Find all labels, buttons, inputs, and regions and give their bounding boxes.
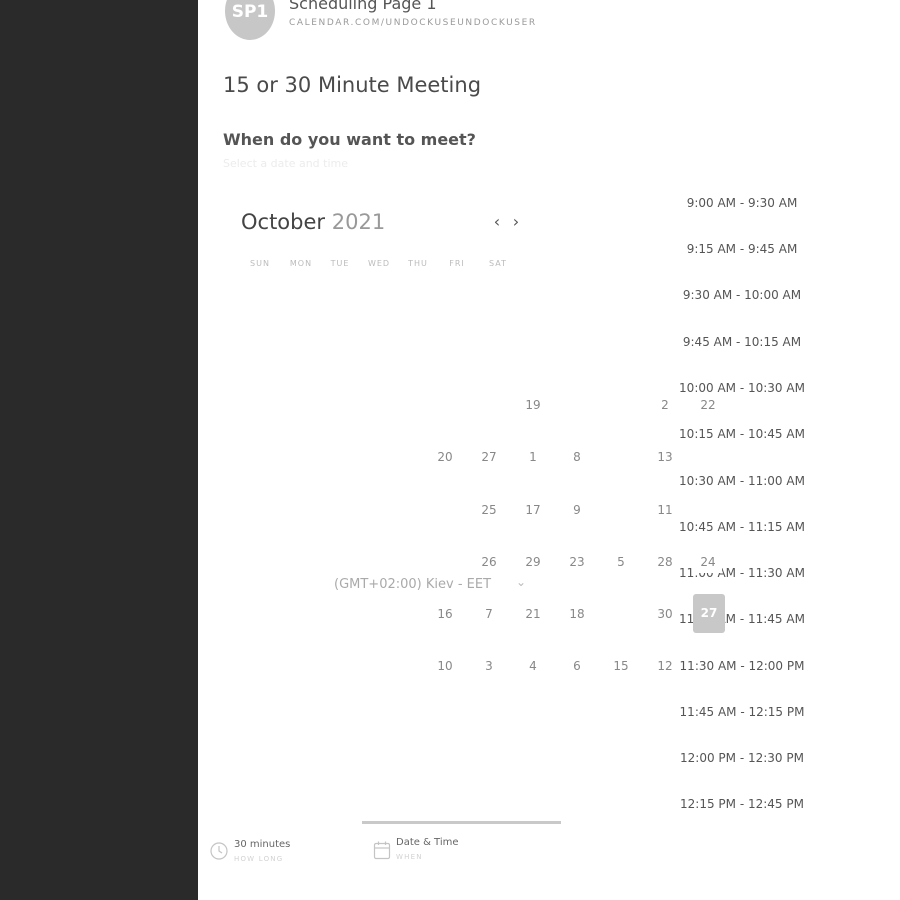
- calendar-day[interactable]: 9: [562, 503, 592, 517]
- sidebar: [0, 0, 198, 900]
- chevron-left-icon: ‹: [493, 212, 501, 231]
- calendar-day[interactable]: 10: [430, 659, 460, 673]
- chevron-right-icon: ›: [512, 212, 520, 231]
- calendar-day[interactable]: 15: [606, 659, 636, 673]
- tab-duration-sublabel: HOW LONG: [234, 855, 284, 863]
- calendar-day[interactable]: 8: [562, 450, 592, 464]
- time-slot[interactable]: 11:00 AM - 11:30 AM: [667, 566, 817, 580]
- calendar-day[interactable]: 4: [518, 659, 548, 673]
- tab-date-time-label: Date & Time: [396, 837, 459, 848]
- calendar-month-label: October 2021: [241, 210, 385, 234]
- weekday-mon: MON: [289, 259, 313, 268]
- calendar-icon: [373, 841, 391, 860]
- page-name: Scheduling Page 1: [289, 0, 437, 13]
- month-name: October: [241, 210, 326, 234]
- time-slot[interactable]: 10:15 AM - 10:45 AM: [667, 427, 817, 441]
- weekday-sat: SAT: [489, 259, 507, 268]
- time-slot[interactable]: 11:45 AM - 12:15 PM: [667, 705, 817, 719]
- calendar-day[interactable]: 22: [694, 398, 722, 416]
- calendar-day[interactable]: 29: [518, 555, 548, 569]
- time-slot[interactable]: 9:15 AM - 9:45 AM: [667, 242, 817, 256]
- calendar-day[interactable]: 2: [650, 398, 680, 412]
- next-month-button[interactable]: ›: [508, 212, 524, 232]
- clock-icon: [210, 842, 228, 860]
- time-slot[interactable]: 10:30 AM - 11:00 AM: [667, 474, 817, 488]
- calendar-day[interactable]: 23: [562, 555, 592, 569]
- weekday-wed: WED: [367, 259, 391, 268]
- calendar-day-selected[interactable]: 27: [693, 594, 725, 633]
- calendar-day[interactable]: 27: [474, 450, 504, 464]
- tab-date-time-sublabel: WHEN: [396, 853, 423, 861]
- weekday-tue: TUE: [330, 259, 350, 268]
- prev-month-button[interactable]: ‹: [489, 212, 505, 232]
- time-slot[interactable]: 12:00 PM - 12:30 PM: [667, 751, 817, 765]
- year: 2021: [331, 210, 386, 234]
- weekday-fri: FRI: [449, 259, 465, 268]
- calendar-day[interactable]: 11: [650, 503, 680, 517]
- weekday-thu: THU: [408, 259, 428, 268]
- calendar-day[interactable]: 19: [518, 398, 548, 412]
- time-slot[interactable]: 9:45 AM - 10:15 AM: [667, 335, 817, 349]
- calendar-day[interactable]: 16: [430, 607, 460, 621]
- question-hint: Select a date and time: [223, 157, 349, 170]
- time-slot[interactable]: 9:00 AM - 9:30 AM: [667, 196, 817, 210]
- time-slot[interactable]: 10:45 AM - 11:15 AM: [667, 520, 817, 534]
- calendar-day[interactable]: 13: [650, 450, 680, 464]
- time-slot[interactable]: 9:30 AM - 10:00 AM: [667, 288, 817, 302]
- time-slot[interactable]: 11:15 AM - 11:45 AM: [667, 612, 817, 626]
- calendar-day[interactable]: 24: [694, 555, 722, 573]
- calendar-day[interactable]: 26: [474, 555, 504, 569]
- calendar-day[interactable]: 21: [518, 607, 548, 621]
- meeting-title: 15 or 30 Minute Meeting: [223, 73, 482, 97]
- calendar-day[interactable]: 5: [606, 555, 636, 569]
- timezone-select[interactable]: (GMT+02:00) Kiev - EET: [334, 577, 491, 592]
- calendar-day[interactable]: 17: [518, 503, 548, 517]
- avatar: SP1: [225, 0, 275, 40]
- time-slot[interactable]: 10:00 AM - 10:30 AM: [667, 381, 817, 395]
- chevron-down-icon: ⌄: [516, 575, 527, 589]
- calendar-day[interactable]: 25: [474, 503, 504, 517]
- calendar-day[interactable]: 6: [562, 659, 592, 673]
- weekday-sun: SUN: [250, 259, 270, 268]
- calendar-day[interactable]: 1: [518, 450, 548, 464]
- time-slot[interactable]: 11:30 AM - 12:00 PM: [667, 659, 817, 673]
- scheduling-panel: SP1 Scheduling Page 1 CALENDAR.COM/UNDOC…: [198, 0, 900, 900]
- calendar-day[interactable]: 7: [474, 607, 504, 621]
- calendar-day[interactable]: 20: [430, 450, 460, 464]
- time-slot[interactable]: 12:15 PM - 12:45 PM: [667, 797, 817, 811]
- tab-duration-label: 30 minutes: [234, 839, 291, 850]
- page-url[interactable]: CALENDAR.COM/UNDOCKUSEUNDOCKUSER: [289, 18, 537, 28]
- active-tab-indicator: [362, 821, 561, 824]
- question-heading: When do you want to meet?: [223, 130, 476, 149]
- calendar-day[interactable]: 3: [474, 659, 504, 673]
- calendar-day[interactable]: 18: [562, 607, 592, 621]
